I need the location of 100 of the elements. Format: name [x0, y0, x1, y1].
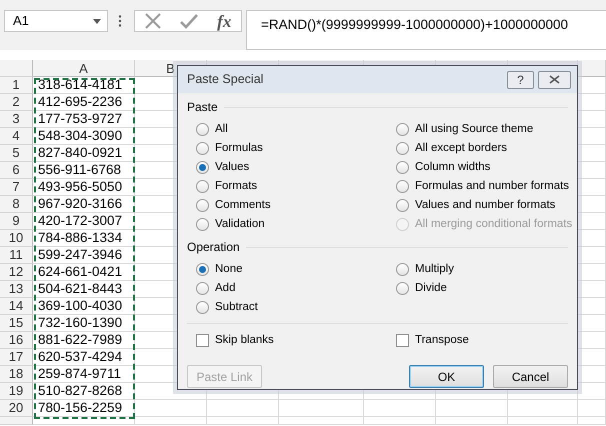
- option-label[interactable]: Add: [215, 280, 236, 298]
- row-header[interactable]: 5: [0, 145, 33, 162]
- option-label[interactable]: None: [215, 260, 242, 278]
- dropdown-caret-icon[interactable]: [93, 18, 101, 24]
- row-header[interactable]: 4: [0, 128, 33, 145]
- dialog-button[interactable]: OK: [409, 365, 484, 388]
- radio-button[interactable]: [196, 142, 209, 155]
- table-cell: 784-886-1334: [33, 230, 135, 247]
- row-header[interactable]: [0, 417, 33, 425]
- radio-button[interactable]: [396, 282, 409, 295]
- row-header[interactable]: 17: [0, 349, 33, 366]
- row-header[interactable]: 15: [0, 315, 33, 332]
- option-label[interactable]: All using Source theme: [415, 120, 534, 138]
- row-header[interactable]: 6: [0, 162, 33, 179]
- row-header[interactable]: 2: [0, 94, 33, 111]
- checkbox[interactable]: [396, 334, 409, 347]
- cancel-icon[interactable]: [144, 13, 161, 29]
- option-label: All merging conditional formats: [415, 216, 572, 232]
- option-label[interactable]: Divide: [415, 280, 447, 298]
- radio-button[interactable]: [196, 301, 209, 314]
- table-cell: 493-956-5050: [33, 179, 135, 196]
- row-header[interactable]: 14: [0, 298, 33, 315]
- option-label[interactable]: Validation: [215, 216, 265, 234]
- radio-button[interactable]: [396, 142, 409, 155]
- help-button[interactable]: ?: [507, 70, 534, 88]
- table-cell: 881-622-7989: [33, 332, 135, 349]
- radio-button[interactable]: [396, 180, 409, 193]
- name-box[interactable]: A1: [4, 10, 108, 32]
- table-cell: 827-840-0921: [33, 145, 135, 162]
- checkbox-label[interactable]: Transpose: [415, 332, 469, 350]
- option-label[interactable]: Comments: [215, 196, 271, 214]
- table-cell: 369-100-4030: [33, 298, 135, 315]
- option-label[interactable]: Column widths: [415, 158, 490, 176]
- row-header[interactable]: 12: [0, 264, 33, 281]
- empty-cell: [508, 400, 578, 417]
- option-label[interactable]: Multiply: [415, 260, 454, 278]
- table-cell: 599-247-3946: [33, 247, 135, 264]
- formula-field[interactable]: =RAND()*(9999999999-1000000000)+1000000000: [246, 10, 606, 50]
- row-header[interactable]: 11: [0, 247, 33, 264]
- row-header[interactable]: 18: [0, 366, 33, 383]
- radio-button[interactable]: [196, 282, 209, 295]
- option-label[interactable]: All except borders: [415, 140, 508, 158]
- radio-button[interactable]: [196, 180, 209, 193]
- radio-button[interactable]: [196, 263, 209, 276]
- row-header[interactable]: 8: [0, 196, 33, 213]
- table-cell: 732-160-1390: [33, 315, 135, 332]
- option-label[interactable]: All: [215, 120, 228, 138]
- insert-function-button[interactable]: fx: [217, 12, 232, 30]
- radio-button[interactable]: [196, 218, 209, 231]
- empty-cell: [436, 400, 508, 417]
- option-label[interactable]: Values: [215, 158, 250, 176]
- radio-button[interactable]: [396, 161, 409, 174]
- radio-button[interactable]: [196, 161, 209, 174]
- table-cell: 420-172-3007: [33, 213, 135, 230]
- row-header[interactable]: 3: [0, 111, 33, 128]
- option-label[interactable]: Formulas: [215, 140, 263, 158]
- row-header[interactable]: 10: [0, 230, 33, 247]
- table-cell: 318-614-4181: [33, 77, 135, 94]
- row-header[interactable]: 13: [0, 281, 33, 298]
- column-header[interactable]: [578, 60, 606, 77]
- table-cell: 967-920-3166: [33, 196, 135, 213]
- table-cell: 556-911-6768: [33, 162, 135, 179]
- select-all-corner[interactable]: [0, 60, 33, 77]
- radio-button[interactable]: [396, 199, 409, 212]
- group-label: Operation: [187, 239, 240, 256]
- table-cell: 510-827-8268: [33, 383, 135, 400]
- radio-button[interactable]: [396, 263, 409, 276]
- close-button[interactable]: [538, 70, 571, 88]
- option-label[interactable]: Formats: [215, 178, 258, 196]
- empty-cell: [135, 400, 207, 417]
- checkmark-icon[interactable]: [180, 14, 198, 28]
- table-cell: 412-695-2236: [33, 94, 135, 111]
- option-label[interactable]: Formulas and number formats: [415, 178, 570, 196]
- checkbox[interactable]: [196, 334, 209, 347]
- empty-cell: [364, 400, 436, 417]
- row-header[interactable]: 9: [0, 213, 33, 230]
- dialog-button[interactable]: Cancel: [493, 365, 568, 388]
- option-label[interactable]: Subtract: [215, 298, 258, 316]
- row-header[interactable]: 7: [0, 179, 33, 196]
- row-header[interactable]: 19: [0, 383, 33, 400]
- row-header[interactable]: 20: [0, 400, 33, 417]
- table-cell: 504-621-8443: [33, 281, 135, 298]
- radio-button[interactable]: [196, 199, 209, 212]
- table-cell: 259-874-9711: [33, 366, 135, 383]
- option-label[interactable]: Values and number formats: [415, 196, 556, 214]
- table-cell: 620-537-4294: [33, 349, 135, 366]
- group-label: Paste: [187, 99, 218, 116]
- checkbox-label[interactable]: Skip blanks: [215, 332, 274, 350]
- table-cell: 177-753-9727: [33, 111, 135, 128]
- row-header[interactable]: 16: [0, 332, 33, 349]
- table-cell: 548-304-3090: [33, 128, 135, 145]
- empty-cell: [207, 400, 279, 417]
- table-cell: 624-661-0421: [33, 264, 135, 281]
- more-options-icon[interactable]: [118, 15, 122, 27]
- table-cell: 780-156-2259: [33, 400, 135, 417]
- radio-button[interactable]: [196, 123, 209, 136]
- column-header[interactable]: A: [33, 60, 135, 77]
- radio-button[interactable]: [396, 123, 409, 136]
- row-header[interactable]: 1: [0, 77, 33, 94]
- empty-cell: [578, 400, 606, 417]
